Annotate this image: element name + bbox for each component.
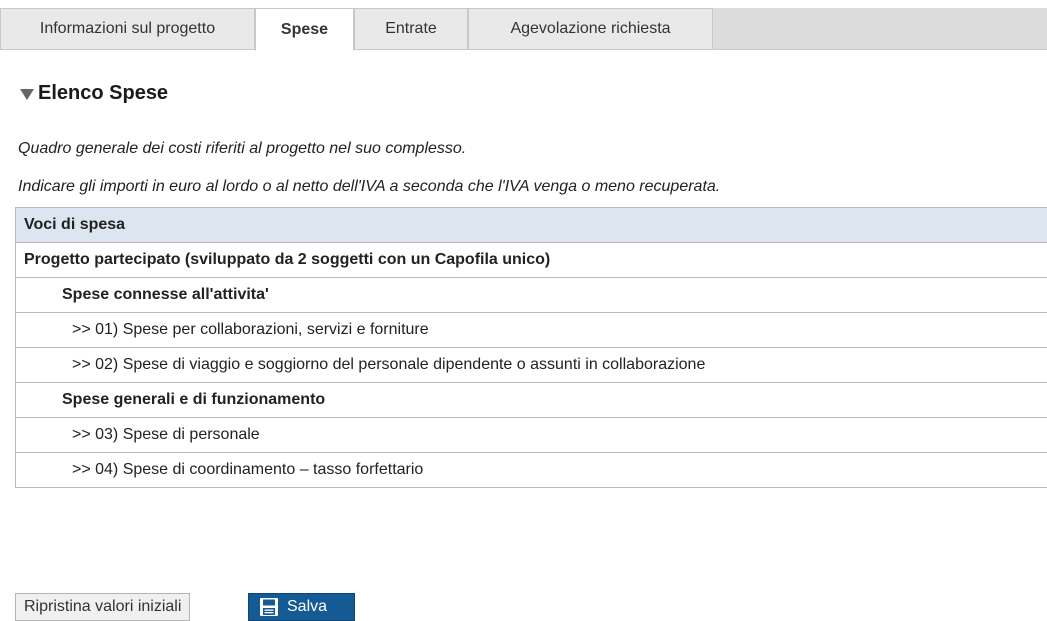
table-row: Progetto partecipato (sviluppato da 2 so… (15, 242, 1047, 278)
section-header-elenco-spese[interactable]: Elenco Spese (20, 82, 168, 105)
tab-agevolazione-richiesta[interactable]: Agevolazione richiesta (468, 8, 713, 50)
table-row: Spese connesse all'attivita' (15, 277, 1047, 313)
spese-table: Voci di spesa Progetto partecipato (svil… (15, 207, 1047, 488)
table-row: Spese generali e di funzionamento (15, 382, 1047, 418)
tab-entrate[interactable]: Entrate (354, 8, 468, 50)
tab-spese[interactable]: Spese (255, 8, 354, 51)
row-label-spese-connesse: Spese connesse all'attivita' (15, 277, 1047, 313)
description-text: Quadro generale dei costi riferiti al pr… (18, 140, 467, 157)
instruction-text: Indicare gli importi in euro al lordo o … (18, 178, 721, 195)
table-row: >> 02) Spese di viaggio e soggiorno del … (15, 347, 1047, 383)
row-link-spese-04[interactable]: >> 04) Spese di coordinamento – tasso fo… (15, 452, 1047, 488)
table-row: >> 04) Spese di coordinamento – tasso fo… (15, 452, 1047, 488)
tab-informazioni-sul-progetto[interactable]: Informazioni sul progetto (0, 8, 255, 50)
table-row: >> 01) Spese per collaborazioni, servizi… (15, 312, 1047, 348)
collapse-triangle-icon (20, 89, 34, 100)
table-header-row: Voci di spesa (15, 207, 1047, 243)
save-button[interactable]: Salva (248, 593, 355, 621)
tab-bar: Informazioni sul progetto Spese Entrate … (0, 8, 1047, 51)
save-button-label: Salva (287, 598, 328, 615)
table-row: >> 03) Spese di personale (15, 417, 1047, 453)
section-title: Elenco Spese (38, 82, 169, 104)
row-link-spese-02[interactable]: >> 02) Spese di viaggio e soggiorno del … (15, 347, 1047, 383)
row-link-spese-01[interactable]: >> 01) Spese per collaborazioni, servizi… (15, 312, 1047, 348)
row-label-progetto-partecipato: Progetto partecipato (sviluppato da 2 so… (15, 242, 1047, 278)
reset-button[interactable]: Ripristina valori iniziali (15, 593, 191, 621)
row-label-spese-generali: Spese generali e di funzionamento (15, 382, 1047, 418)
row-link-spese-03[interactable]: >> 03) Spese di personale (15, 417, 1047, 453)
floppy-disk-icon (260, 598, 278, 616)
column-header-voci-di-spesa: Voci di spesa (15, 207, 1047, 243)
